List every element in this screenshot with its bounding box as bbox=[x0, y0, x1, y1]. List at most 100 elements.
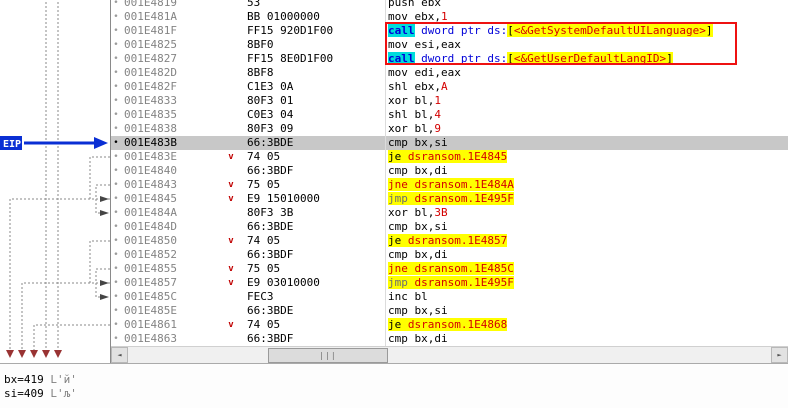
disasm-row[interactable]: •001E481FFF15 920D1F00call dword ptr ds:… bbox=[111, 24, 788, 38]
breakpoint-dot[interactable]: • bbox=[111, 276, 121, 290]
bytes-cell[interactable]: 75 05 bbox=[239, 178, 386, 192]
breakpoint-dot[interactable]: • bbox=[111, 206, 121, 220]
instruction-cell[interactable]: jne dsransom.1E484A bbox=[386, 178, 788, 192]
scroll-left-button[interactable]: ◄ bbox=[111, 347, 128, 363]
disasm-row[interactable]: •001E4835C0E3 04shl bl,4 bbox=[111, 108, 788, 122]
instruction-cell[interactable]: cmp bx,di bbox=[386, 248, 788, 262]
breakpoint-dot[interactable]: • bbox=[111, 150, 121, 164]
bytes-cell[interactable]: 74 05 bbox=[239, 234, 386, 248]
instruction-cell[interactable]: cmp bx,si bbox=[386, 304, 788, 318]
disasm-row[interactable]: •001E482D8BF8mov edi,eax bbox=[111, 66, 788, 80]
instruction-cell[interactable]: xor bl,9 bbox=[386, 122, 788, 136]
bytes-cell[interactable]: 66:3BDF bbox=[239, 164, 386, 178]
bytes-cell[interactable]: FF15 8E0D1F00 bbox=[239, 52, 386, 66]
bytes-cell[interactable]: 53 bbox=[239, 0, 386, 10]
breakpoint-dot[interactable]: • bbox=[111, 178, 121, 192]
bytes-cell[interactable]: 75 05 bbox=[239, 262, 386, 276]
instruction-cell[interactable]: jne dsransom.1E485C bbox=[386, 262, 788, 276]
bytes-cell[interactable]: BB 01000000 bbox=[239, 10, 386, 24]
address-cell[interactable]: 001E4857 bbox=[121, 276, 223, 290]
bytes-cell[interactable]: 66:3BDE bbox=[239, 136, 386, 150]
address-cell[interactable]: 001E4833 bbox=[121, 94, 223, 108]
bytes-cell[interactable]: 66:3BDE bbox=[239, 220, 386, 234]
breakpoint-dot[interactable]: • bbox=[111, 24, 121, 38]
instruction-cell[interactable]: mov edi,eax bbox=[386, 66, 788, 80]
disasm-row[interactable]: •001E483Ev74 05je dsransom.1E4845 bbox=[111, 150, 788, 164]
breakpoint-dot[interactable]: • bbox=[111, 52, 121, 66]
address-cell[interactable]: 001E4852 bbox=[121, 248, 223, 262]
breakpoint-dot[interactable]: • bbox=[111, 290, 121, 304]
instruction-cell[interactable]: cmp bx,di bbox=[386, 332, 788, 346]
bytes-cell[interactable]: 66:3BDE bbox=[239, 304, 386, 318]
address-cell[interactable]: 001E4843 bbox=[121, 178, 223, 192]
address-cell[interactable]: 001E481A bbox=[121, 10, 223, 24]
address-cell[interactable]: 001E4825 bbox=[121, 38, 223, 52]
breakpoint-dot[interactable]: • bbox=[111, 0, 121, 10]
bytes-cell[interactable]: 74 05 bbox=[239, 318, 386, 332]
instruction-cell[interactable]: cmp bx,si bbox=[386, 136, 788, 150]
disasm-row[interactable]: •001E4850v74 05je dsransom.1E4857 bbox=[111, 234, 788, 248]
disasm-row[interactable]: •001E4819 53push ebx bbox=[111, 0, 788, 10]
disasm-row[interactable]: •001E485266:3BDFcmp bx,di bbox=[111, 248, 788, 262]
disasm-row[interactable]: •001E4861v74 05je dsransom.1E4868 bbox=[111, 318, 788, 332]
breakpoint-dot[interactable]: • bbox=[111, 332, 121, 346]
address-cell[interactable]: 001E4845 bbox=[121, 192, 223, 206]
address-cell[interactable]: 001E485C bbox=[121, 290, 223, 304]
disasm-row[interactable]: •001E4857vE9 03010000jmp dsransom.1E495F bbox=[111, 276, 788, 290]
address-cell[interactable]: 001E4827 bbox=[121, 52, 223, 66]
instruction-cell[interactable]: cmp bx,si bbox=[386, 220, 788, 234]
disassembly-view[interactable]: •001E481953push ebx•001E481ABB 01000000m… bbox=[111, 0, 788, 346]
address-cell[interactable]: 001E483B bbox=[121, 136, 223, 150]
disasm-row[interactable]: •001E481ABB 01000000mov ebx,1 bbox=[111, 10, 788, 24]
bytes-cell[interactable]: 66:3BDF bbox=[239, 332, 386, 346]
disasm-row[interactable]: •001E482FC1E3 0Ashl ebx,A bbox=[111, 80, 788, 94]
instruction-cell[interactable]: je dsransom.1E4845 bbox=[386, 150, 788, 164]
address-cell[interactable]: 001E484D bbox=[121, 220, 223, 234]
address-cell[interactable]: 001E485E bbox=[121, 304, 223, 318]
breakpoint-dot[interactable]: • bbox=[111, 38, 121, 52]
disasm-row[interactable]: •001E484D66:3BDEcmp bx,si bbox=[111, 220, 788, 234]
bytes-cell[interactable]: E9 03010000 bbox=[239, 276, 386, 290]
breakpoint-dot[interactable]: • bbox=[111, 94, 121, 108]
address-cell[interactable]: 001E482F bbox=[121, 80, 223, 94]
disasm-row[interactable]: •001E4827FF15 8E0D1F00call dword ptr ds:… bbox=[111, 52, 788, 66]
bytes-cell[interactable]: 74 05 bbox=[239, 150, 386, 164]
address-cell[interactable]: 001E4863 bbox=[121, 332, 223, 346]
bytes-cell[interactable]: FEC3 bbox=[239, 290, 386, 304]
breakpoint-dot[interactable]: • bbox=[111, 304, 121, 318]
disasm-row[interactable]: •001E483B66:3BDEcmp bx,si bbox=[111, 136, 788, 150]
horizontal-scrollbar[interactable]: ◄ ||| ► bbox=[111, 346, 788, 363]
disasm-row[interactable]: •001E4833 80F3 01xor bl,1 bbox=[111, 94, 788, 108]
disasm-row[interactable]: •001E485CFEC3inc bl bbox=[111, 290, 788, 304]
instruction-cell[interactable]: push ebx bbox=[386, 0, 788, 10]
scrollbar-thumb[interactable]: ||| bbox=[268, 348, 388, 363]
address-cell[interactable]: 001E4850 bbox=[121, 234, 223, 248]
breakpoint-dot[interactable]: • bbox=[111, 192, 121, 206]
disasm-row[interactable]: •001E485E 66:3BDEcmp bx,si bbox=[111, 304, 788, 318]
address-cell[interactable]: 001E484A bbox=[121, 206, 223, 220]
breakpoint-dot[interactable]: • bbox=[111, 66, 121, 80]
disasm-row[interactable]: •001E484066:3BDFcmp bx,di bbox=[111, 164, 788, 178]
bytes-cell[interactable]: 80F3 01 bbox=[239, 94, 386, 108]
address-cell[interactable]: 001E4855 bbox=[121, 262, 223, 276]
instruction-cell[interactable]: shl ebx,A bbox=[386, 80, 788, 94]
disasm-row[interactable]: •001E4855v75 05jne dsransom.1E485C bbox=[111, 262, 788, 276]
address-cell[interactable]: 001E4840 bbox=[121, 164, 223, 178]
scroll-right-button[interactable]: ► bbox=[771, 347, 788, 363]
instruction-cell[interactable]: je dsransom.1E4868 bbox=[386, 318, 788, 332]
instruction-cell[interactable]: xor bl,1 bbox=[386, 94, 788, 108]
bytes-cell[interactable]: C0E3 04 bbox=[239, 108, 386, 122]
address-cell[interactable]: 001E4819 bbox=[121, 0, 223, 10]
bytes-cell[interactable]: 80F3 3B bbox=[239, 206, 386, 220]
disasm-row[interactable]: •001E483880F3 09xor bl,9 bbox=[111, 122, 788, 136]
instruction-cell[interactable]: shl bl,4 bbox=[386, 108, 788, 122]
disasm-row[interactable]: •001E4843v75 05jne dsransom.1E484A bbox=[111, 178, 788, 192]
breakpoint-dot[interactable]: • bbox=[111, 108, 121, 122]
breakpoint-dot[interactable]: • bbox=[111, 122, 121, 136]
disasm-row[interactable]: •001E4845vE9 15010000jmp dsransom.1E495F bbox=[111, 192, 788, 206]
instruction-cell[interactable]: mov ebx,1 bbox=[386, 10, 788, 24]
instruction-cell[interactable]: call dword ptr ds:[<&GetSystemDefaultUIL… bbox=[386, 24, 788, 38]
bytes-cell[interactable]: E9 15010000 bbox=[239, 192, 386, 206]
scrollbar-track[interactable]: ||| bbox=[128, 347, 771, 363]
breakpoint-dot[interactable]: • bbox=[111, 262, 121, 276]
